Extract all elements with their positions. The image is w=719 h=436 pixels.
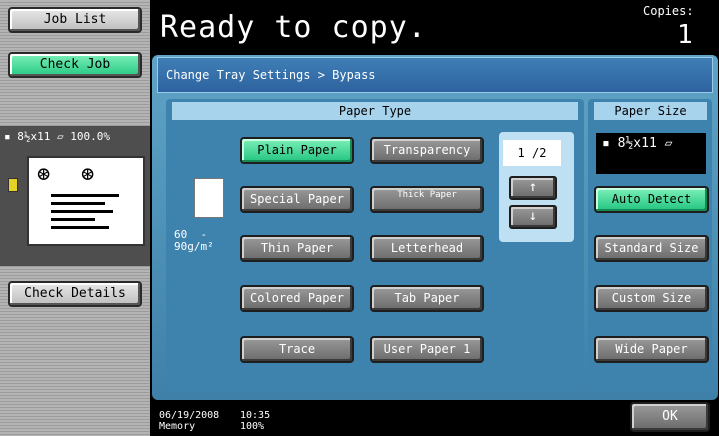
check-details-button[interactable]: Check Details [8,281,142,307]
paper-sheet-icon [194,178,224,218]
text-line [51,202,105,205]
tray-settings-dialog: Change Tray Settings > Bypass Paper Type… [152,55,718,400]
colored-paper-button[interactable]: Colored Paper [240,285,354,312]
preview-paper-info: ▪ 8½x11 ▱ 100.0% [4,130,110,143]
letterhead-button[interactable]: Letterhead [370,235,484,262]
page-indicator: 1 /2 [503,140,561,166]
text-line [51,194,119,197]
footer-bar: 06/19/2008 Memory 10:35 100% OK [150,402,719,436]
text-line [51,210,113,213]
paper-size-heading: Paper Size [594,102,707,120]
breadcrumb: Change Tray Settings > Bypass [157,57,713,93]
auto-detect-button[interactable]: Auto Detect [594,186,709,213]
transparency-button[interactable]: Transparency [370,137,484,164]
trace-button[interactable]: Trace [240,336,354,363]
output-tray-icon [8,178,18,192]
paper-size-panel: Paper Size ▪ 8½x11 ▱ Auto Detect Standar… [588,99,712,391]
special-paper-button[interactable]: Special Paper [240,186,354,213]
arrow-up-icon: ↑ [528,179,538,195]
check-job-button[interactable]: Check Job [8,52,142,78]
thick-paper-button[interactable]: Thick Paper [370,186,484,213]
machine-status-message: Ready to copy. [160,10,427,45]
status-header: Ready to copy. Copies: 1 [150,0,719,52]
wide-paper-button[interactable]: Wide Paper [594,336,709,363]
thin-paper-button[interactable]: Thin Paper [240,235,354,262]
preview-document-thumbnail: ⊛ ⊛ [27,156,145,246]
document-image-icon: ⊛ [37,162,51,187]
page-down-button[interactable]: ↓ [509,205,557,229]
date-memory-column: 06/19/2008 Memory [159,410,219,432]
arrow-down-icon: ↓ [528,208,538,224]
time-memory-column: 10:35 100% [240,410,270,432]
page-up-button[interactable]: ↑ [509,176,557,200]
paper-weight-range: 60 - 90g/m² [174,228,214,253]
page-navigator: 1 /2 ↑ ↓ [499,132,574,242]
standard-size-button[interactable]: Standard Size [594,235,709,262]
preview-area: ▪ 8½x11 ▱ 100.0% ⊛ ⊛ [0,126,150,266]
date-text: 06/19/2008 [159,410,220,421]
plain-paper-button[interactable]: Plain Paper [240,137,354,164]
ok-button[interactable]: OK [630,402,710,432]
time-text: 10:35 [240,410,271,421]
text-line [51,218,95,221]
copies-label: Copies: [643,4,694,18]
custom-size-button[interactable]: Custom Size [594,285,709,312]
tab-paper-button[interactable]: Tab Paper [370,285,484,312]
text-line [51,226,109,229]
paper-type-heading: Paper Type [172,102,578,120]
user-paper-1-button[interactable]: User Paper 1 [370,336,484,363]
job-list-button[interactable]: Job List [8,7,142,33]
memory-value: 100% [240,421,265,432]
document-image-icon: ⊛ [81,162,95,187]
left-panel: Job List Check Job ▪ 8½x11 ▱ 100.0% ⊛ ⊛ … [0,0,150,436]
current-paper-size: ▪ 8½x11 ▱ [596,133,706,174]
copies-count: 1 [677,20,693,50]
memory-label: Memory [159,421,196,432]
